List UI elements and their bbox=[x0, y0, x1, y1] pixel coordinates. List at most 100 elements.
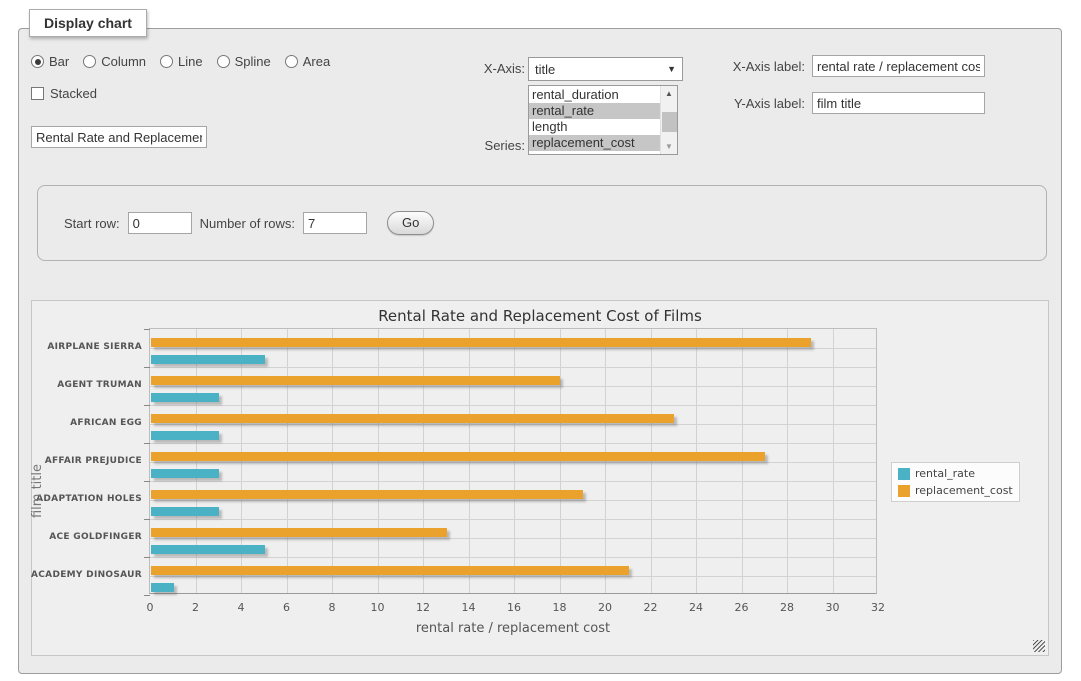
chart-type-option-area[interactable]: Area bbox=[285, 54, 330, 69]
legend-entry: rental_rate bbox=[898, 467, 1013, 480]
series-option-rental_rate[interactable]: rental_rate bbox=[529, 103, 660, 119]
x-axis-selected-value: title bbox=[535, 62, 555, 77]
gridline bbox=[696, 329, 697, 593]
scroll-up-icon[interactable]: ▲ bbox=[661, 86, 677, 101]
gridline bbox=[150, 405, 876, 406]
gridline bbox=[150, 443, 876, 444]
gridline bbox=[150, 538, 876, 539]
chart-plot-area: 02468101214161820222426283032AIRPLANE SI… bbox=[149, 328, 877, 594]
start-row-input[interactable] bbox=[128, 212, 192, 234]
chart-title-input[interactable] bbox=[31, 126, 207, 148]
legend-label: rental_rate bbox=[915, 467, 975, 480]
gridline bbox=[560, 329, 561, 593]
stacked-checkbox[interactable] bbox=[31, 87, 44, 100]
category-label: AFRICAN EGG bbox=[28, 418, 142, 428]
radio-icon[interactable] bbox=[217, 55, 230, 68]
stacked-label: Stacked bbox=[50, 86, 97, 101]
series-option-rental_duration[interactable]: rental_duration bbox=[529, 87, 660, 103]
bar-replacement_cost bbox=[151, 376, 560, 385]
y-axis-label-row: Y-Axis label: bbox=[727, 92, 985, 114]
chart-title: Rental Rate and Replacement Cost of Film… bbox=[32, 307, 1048, 325]
y-tick-mark bbox=[144, 481, 150, 482]
bar-replacement_cost bbox=[151, 338, 811, 347]
bar-rental_rate bbox=[151, 583, 174, 592]
x-tick-label: 28 bbox=[772, 601, 802, 614]
x-tick-label: 16 bbox=[499, 601, 529, 614]
chart-type-label: Area bbox=[303, 54, 330, 69]
chart-y-axis-title: film title bbox=[30, 431, 45, 551]
bar-rental_rate bbox=[151, 469, 219, 478]
x-tick-label: 14 bbox=[454, 601, 484, 614]
y-tick-mark bbox=[144, 519, 150, 520]
bar-replacement_cost bbox=[151, 566, 629, 575]
stacked-option[interactable]: Stacked bbox=[31, 86, 97, 101]
scrollbar-thumb[interactable] bbox=[662, 112, 677, 132]
gridline bbox=[150, 367, 876, 368]
bar-replacement_cost bbox=[151, 490, 583, 499]
x-tick-label: 22 bbox=[636, 601, 666, 614]
gridline bbox=[287, 329, 288, 593]
chart-type-option-bar[interactable]: Bar bbox=[31, 54, 69, 69]
x-axis-select-label: X-Axis: bbox=[468, 61, 525, 76]
num-rows-input[interactable] bbox=[303, 212, 367, 234]
x-axis-label-row: X-Axis label: bbox=[727, 55, 985, 77]
radio-icon[interactable] bbox=[31, 55, 44, 68]
x-tick-label: 0 bbox=[135, 601, 165, 614]
gridline bbox=[787, 329, 788, 593]
bar-replacement_cost bbox=[151, 414, 674, 423]
gridline bbox=[150, 557, 876, 558]
radio-icon[interactable] bbox=[83, 55, 96, 68]
series-options: rental_durationrental_ratelengthreplacem… bbox=[529, 87, 677, 151]
gridline bbox=[651, 329, 652, 593]
radio-icon[interactable] bbox=[160, 55, 173, 68]
gridline bbox=[150, 462, 876, 463]
x-axis-label-input[interactable] bbox=[812, 55, 985, 77]
row-range-controls: Start row: Number of rows: Go bbox=[37, 185, 1047, 261]
series-scrollbar[interactable]: ▲ ▼ bbox=[660, 86, 677, 154]
gridline bbox=[150, 386, 876, 387]
radio-icon[interactable] bbox=[285, 55, 298, 68]
chart-type-option-spline[interactable]: Spline bbox=[217, 54, 271, 69]
category-label: AIRPLANE SIERRA bbox=[28, 342, 142, 352]
series-option-replacement_cost[interactable]: replacement_cost bbox=[529, 135, 660, 151]
x-tick-label: 26 bbox=[727, 601, 757, 614]
gridline bbox=[150, 500, 876, 501]
chart-type-label: Column bbox=[101, 54, 146, 69]
legend-swatch-icon bbox=[898, 485, 910, 497]
bar-replacement_cost bbox=[151, 528, 447, 537]
series-listbox[interactable]: rental_durationrental_ratelengthreplacem… bbox=[528, 85, 678, 155]
category-label: AGENT TRUMAN bbox=[28, 380, 142, 390]
y-tick-mark bbox=[144, 329, 150, 330]
gridline bbox=[150, 481, 876, 482]
y-tick-mark bbox=[144, 595, 150, 596]
chart-container: Rental Rate and Replacement Cost of Film… bbox=[31, 300, 1049, 656]
resize-handle-icon[interactable] bbox=[1033, 640, 1045, 652]
gridline bbox=[150, 576, 876, 577]
bar-rental_rate bbox=[151, 431, 219, 440]
y-tick-mark bbox=[144, 367, 150, 368]
category-label: ACADEMY DINOSAUR bbox=[28, 570, 142, 580]
x-tick-label: 18 bbox=[545, 601, 575, 614]
chart-type-option-line[interactable]: Line bbox=[160, 54, 203, 69]
gridline bbox=[833, 329, 834, 593]
panel-title: Display chart bbox=[29, 9, 147, 37]
scroll-down-icon[interactable]: ▼ bbox=[661, 139, 677, 154]
x-tick-label: 8 bbox=[317, 601, 347, 614]
y-axis-label-input[interactable] bbox=[812, 92, 985, 114]
series-list-label: Series: bbox=[482, 138, 525, 153]
y-axis-label-caption: Y-Axis label: bbox=[727, 96, 805, 111]
chart-type-label: Line bbox=[178, 54, 203, 69]
chart-controls: BarColumnLineSplineArea Stacked X-Axis: … bbox=[31, 49, 1049, 179]
go-button[interactable]: Go bbox=[387, 211, 434, 235]
gridline bbox=[469, 329, 470, 593]
chart-type-option-column[interactable]: Column bbox=[83, 54, 146, 69]
gridline bbox=[423, 329, 424, 593]
gridline bbox=[150, 348, 876, 349]
x-axis-label-caption: X-Axis label: bbox=[727, 59, 805, 74]
start-row-label: Start row: bbox=[64, 216, 120, 231]
x-axis-select[interactable]: title ▼ bbox=[528, 57, 683, 81]
bar-replacement_cost bbox=[151, 452, 765, 461]
y-tick-mark bbox=[144, 405, 150, 406]
series-option-length[interactable]: length bbox=[529, 119, 660, 135]
chevron-down-icon: ▼ bbox=[667, 64, 676, 74]
